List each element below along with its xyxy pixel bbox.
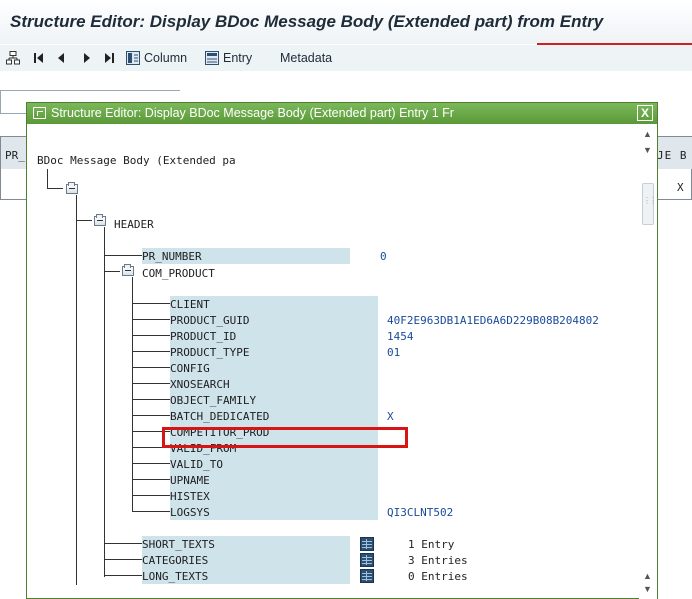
- tree-connector: [104, 559, 142, 560]
- last-entry-button[interactable]: [102, 49, 116, 67]
- tree-connector: [47, 169, 48, 189]
- table-entry-count: 3 Entries: [408, 554, 468, 567]
- tree-connector: [132, 511, 170, 512]
- tree-connector: [132, 319, 170, 320]
- background-table-right: JE B X: [654, 136, 692, 200]
- highlight-box: [162, 427, 408, 448]
- field-name: OBJECT_FAMILY: [170, 394, 257, 407]
- field-name: CLIENT: [170, 298, 210, 311]
- dialog-title: Structure Editor: Display BDoc Message B…: [51, 106, 454, 120]
- tree-connector: [104, 255, 142, 256]
- entry-label: Entry: [223, 51, 253, 65]
- tree-connector: [132, 335, 170, 336]
- tree-connector: [132, 495, 170, 496]
- entry-button[interactable]: Entry: [205, 49, 252, 67]
- table-name: SHORT_TEXTS: [142, 538, 215, 551]
- hierarchy-button[interactable]: [6, 49, 20, 67]
- field-name: PRODUCT_ID: [170, 330, 237, 343]
- field-name: PRODUCT_TYPE: [170, 346, 250, 359]
- field-value: 01: [387, 346, 401, 359]
- close-button[interactable]: X: [637, 105, 653, 121]
- previous-icon: [55, 51, 69, 65]
- window-title-bar: Structure Editor: Display BDoc Message B…: [0, 0, 692, 44]
- metadata-label: Metadata: [280, 51, 333, 65]
- tree-connector: [132, 303, 170, 304]
- field-name: PRODUCT_GUID: [170, 314, 250, 327]
- field-value: QI3CLNT502: [387, 506, 454, 519]
- tree-connector: [132, 399, 170, 400]
- background-right-header: JE B: [655, 137, 692, 169]
- window-title: Structure Editor: Display BDoc Message B…: [10, 12, 604, 31]
- table-name: LONG_TEXTS: [142, 570, 209, 583]
- hierarchy-icon: [6, 51, 20, 65]
- field-name: XNOSEARCH: [170, 378, 230, 391]
- scroll-down-icon[interactable]: ▼: [643, 145, 652, 155]
- folder-open-icon[interactable]: [66, 182, 78, 194]
- field-value: 1454: [387, 330, 414, 343]
- column-label: Column: [144, 51, 188, 65]
- vertical-scrollbar[interactable]: ▲ ▼ ▲ ▼: [639, 125, 657, 599]
- header-node-label: HEADER: [114, 218, 154, 231]
- application-toolbar: Column Entry Metadata: [0, 45, 692, 71]
- scroll-down-icon[interactable]: ▼: [643, 584, 652, 594]
- first-page-icon: [32, 51, 46, 65]
- metadata-button[interactable]: Metadata: [276, 49, 332, 67]
- field-value: 0: [380, 250, 387, 263]
- tree-connector: [132, 463, 170, 464]
- table-entry-count: 1 Entry: [408, 538, 455, 551]
- dialog-title-bar[interactable]: Structure Editor: Display BDoc Message B…: [27, 103, 657, 124]
- field-name: PR_NUMBER: [142, 250, 202, 263]
- tree-connector: [132, 367, 170, 368]
- structure-tree: BDoc Message Body (Extended pa HEADER PR…: [27, 125, 639, 599]
- tree-connector: [104, 543, 142, 544]
- tree-connector: [132, 415, 170, 416]
- tree-connector: [132, 383, 170, 384]
- last-page-icon: [102, 51, 116, 65]
- structure-editor-dialog: Structure Editor: Display BDoc Message B…: [26, 102, 658, 599]
- field-value: 40F2E963DB1A1ED6A6D229B08B204802: [387, 314, 599, 327]
- tree-connector: [132, 277, 133, 511]
- column-icon: [126, 51, 140, 65]
- tree-connector: [104, 227, 105, 577]
- field-name: VALID_TO: [170, 458, 223, 471]
- tree-connector: [76, 195, 77, 585]
- field-name: CONFIG: [170, 362, 210, 375]
- first-entry-button[interactable]: [32, 49, 46, 67]
- tree-connector: [47, 188, 63, 189]
- table-name: CATEGORIES: [142, 554, 209, 567]
- window-icon: [33, 107, 46, 119]
- background-right-cell: X: [677, 181, 684, 194]
- scroll-up-icon[interactable]: ▲: [643, 129, 652, 139]
- folder-open-icon[interactable]: [94, 214, 106, 226]
- next-icon: [80, 51, 94, 65]
- table-icon[interactable]: [360, 537, 374, 551]
- field-value: X: [387, 410, 394, 423]
- tree-connector: [132, 479, 170, 480]
- previous-entry-button[interactable]: [55, 49, 69, 67]
- field-name: HISTEX: [170, 490, 210, 503]
- com-product-node-label: COM_PRODUCT: [142, 267, 215, 280]
- field-name: BATCH_DEDICATED: [170, 410, 270, 423]
- next-entry-button[interactable]: [80, 49, 94, 67]
- tree-root-label: BDoc Message Body (Extended pa: [37, 154, 236, 167]
- tree-connector: [104, 575, 142, 576]
- field-name: UPNAME: [170, 474, 210, 487]
- column-button[interactable]: Column: [126, 49, 187, 67]
- tree-connector: [76, 220, 92, 221]
- table-icon[interactable]: [360, 569, 374, 583]
- scrollbar-thumb[interactable]: [642, 183, 655, 225]
- entry-icon: [205, 51, 219, 65]
- scroll-up-icon[interactable]: ▲: [643, 571, 652, 581]
- table-icon[interactable]: [360, 553, 374, 567]
- field-name: LOGSYS: [170, 506, 210, 519]
- table-entry-count: 0 Entries: [408, 570, 468, 583]
- tree-connector: [132, 351, 170, 352]
- folder-open-icon[interactable]: [122, 264, 134, 276]
- tree-connector: [104, 271, 120, 272]
